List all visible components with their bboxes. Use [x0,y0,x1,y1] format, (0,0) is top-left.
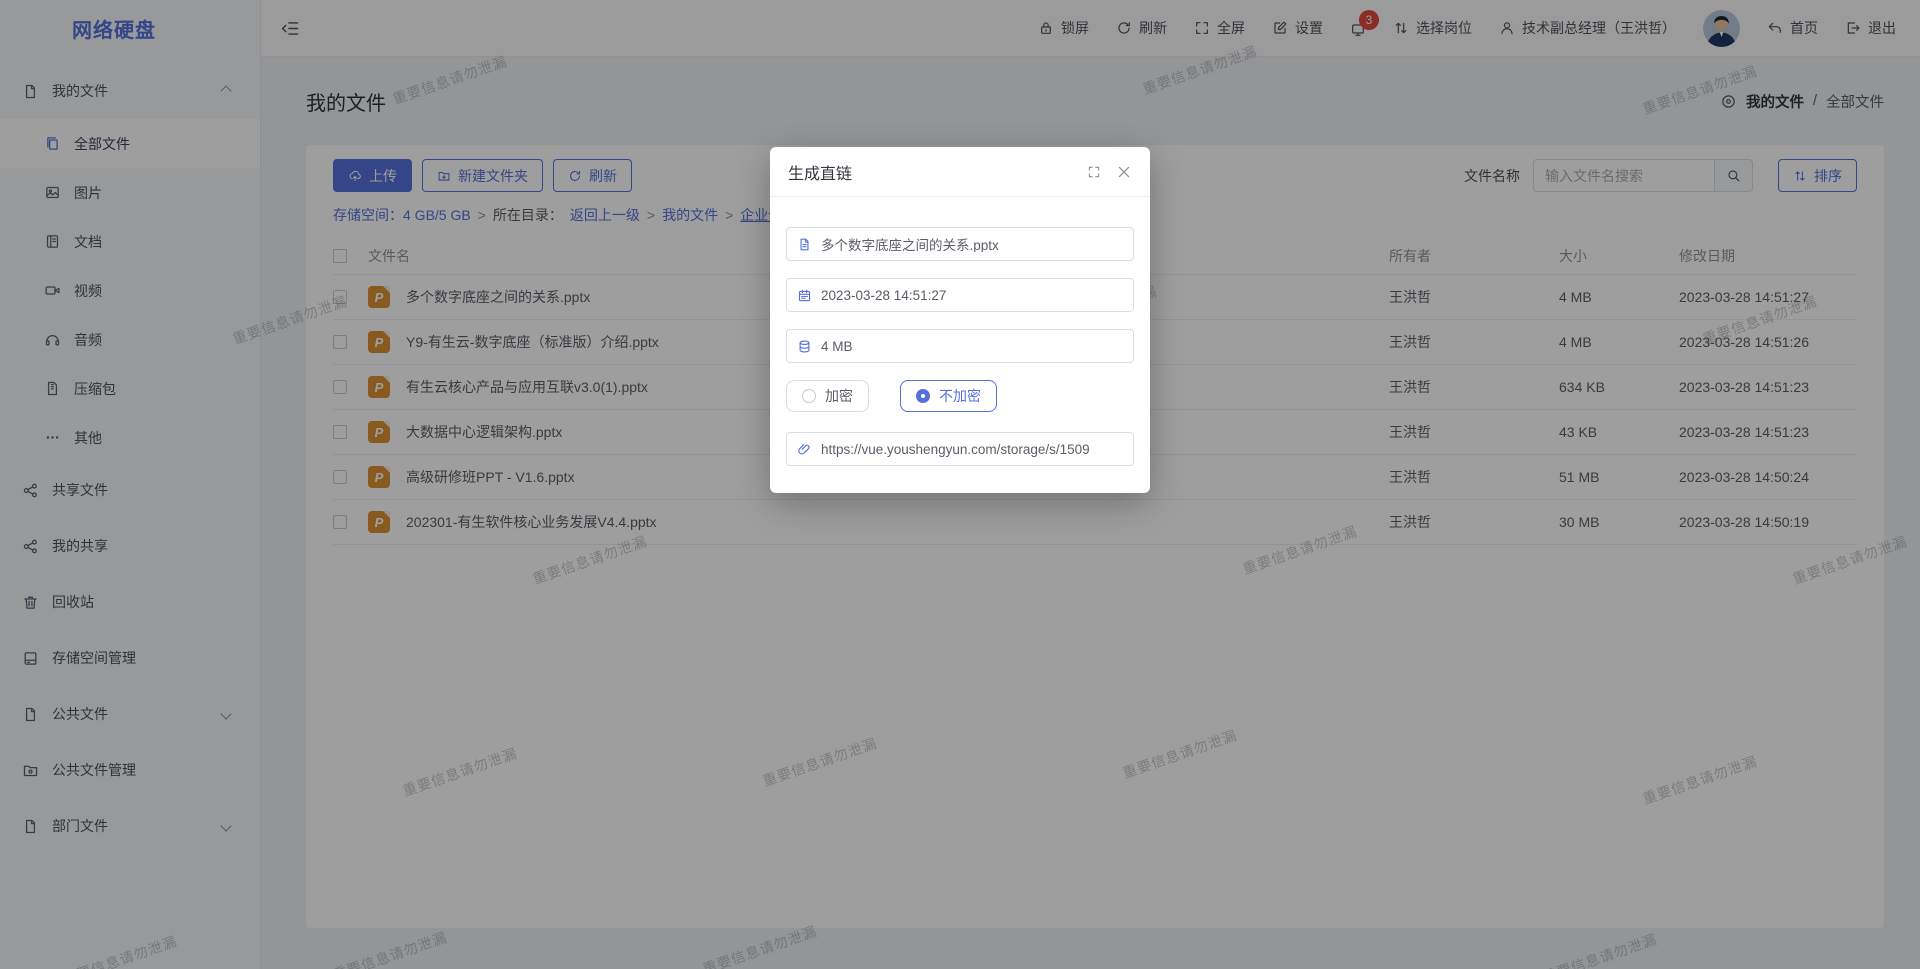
link-file-name-input[interactable] [821,237,1123,252]
link-size-input[interactable] [821,339,1123,354]
direct-link-field [786,432,1134,466]
link-file-name-field [786,227,1134,261]
encrypt-label: 加密 [825,386,853,406]
maximize-dialog-icon[interactable] [1087,165,1101,179]
link-date-input[interactable] [821,288,1123,303]
dialog-header: 生成直链 [770,147,1150,197]
dialog-title: 生成直链 [788,160,852,184]
encrypt-radio[interactable]: 加密 [786,380,869,412]
encrypt-options: 加密 不加密 [786,380,1134,412]
generate-link-dialog: 生成直链 加密 不加密 [770,147,1150,493]
database-icon [797,339,812,354]
calendar-icon [797,288,812,303]
dialog-body: 加密 不加密 [770,197,1150,466]
document-icon [797,237,812,252]
no-encrypt-radio[interactable]: 不加密 [900,380,997,412]
close-dialog-icon[interactable] [1116,164,1132,180]
direct-link-input[interactable] [821,442,1123,457]
no-encrypt-label: 不加密 [939,386,981,406]
radio-selected-icon [916,389,930,403]
link-size-field [786,329,1134,363]
link-date-field [786,278,1134,312]
link-icon [797,442,812,457]
radio-icon [802,389,816,403]
